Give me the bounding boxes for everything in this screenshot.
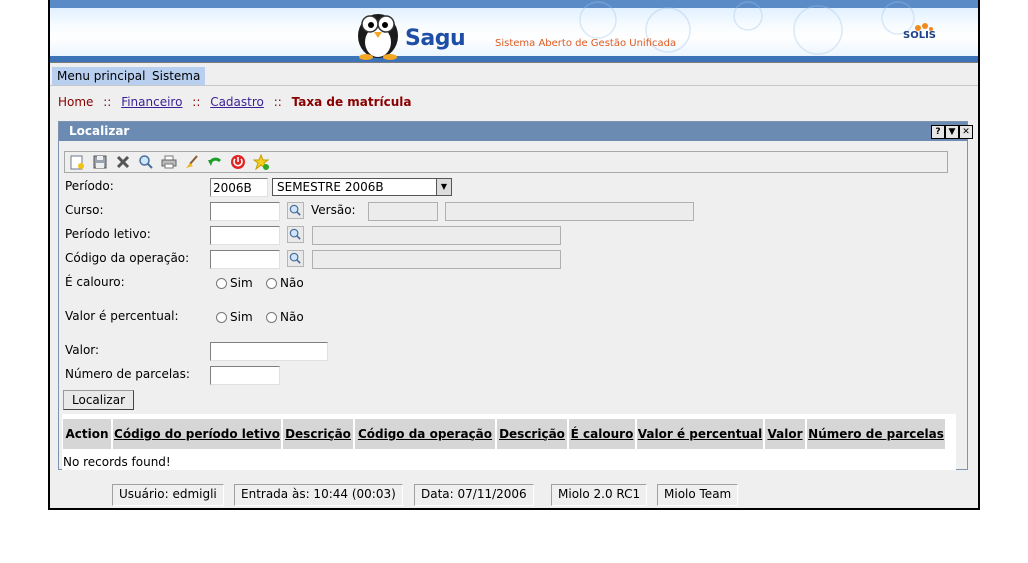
- localizar-button[interactable]: Localizar: [63, 390, 135, 410]
- col-valor-percentual[interactable]: Valor é percentual: [637, 419, 763, 449]
- status-team: Miolo Team: [657, 484, 739, 506]
- page-title: Taxa de matrícula: [291, 95, 412, 109]
- search-icon: [289, 204, 301, 216]
- clear-broom-icon[interactable]: [184, 154, 200, 170]
- col-codigo-operacao[interactable]: Código da operação: [355, 419, 495, 449]
- search-icon: [289, 252, 301, 264]
- valor-label: Valor:: [65, 343, 100, 357]
- valor-percentual-label: Valor é percentual:: [65, 309, 179, 323]
- save-icon[interactable]: [92, 154, 108, 170]
- menu-bar: Menu principal Sistema: [50, 62, 978, 86]
- periodo-select-value: SEMESTRE 2006B: [277, 180, 384, 194]
- percentual-nao-label: Não: [280, 310, 304, 324]
- col-descricao-1[interactable]: Descrição: [283, 419, 353, 449]
- periodo-letivo-description: [312, 226, 561, 245]
- curso-input[interactable]: [210, 202, 280, 221]
- periodo-letivo-lookup-button[interactable]: [287, 226, 304, 243]
- calouro-sim-radio[interactable]: [216, 278, 227, 289]
- col-codigo-periodo-letivo[interactable]: Código do período letivo: [113, 419, 281, 449]
- periodo-select[interactable]: SEMESTRE 2006B ▼: [272, 178, 452, 196]
- breadcrumb-financeiro[interactable]: Financeiro: [121, 95, 182, 109]
- search-icon: [289, 228, 301, 240]
- percentual-sim-radio[interactable]: [216, 312, 227, 323]
- periodo-input[interactable]: 2006B: [210, 178, 268, 197]
- versao-label: Versão:: [311, 203, 356, 217]
- percentual-nao-radio[interactable]: [266, 312, 277, 323]
- calouro-nao-label: Não: [280, 276, 304, 290]
- menu-main[interactable]: Menu principal: [52, 67, 151, 85]
- search-panel: Localizar ? ▼ ✕ Período: 2006B SEMESTRE …: [58, 121, 973, 470]
- numero-parcelas-label: Número de parcelas:: [65, 367, 190, 381]
- search-icon[interactable]: [138, 154, 154, 170]
- versao-description: [445, 202, 694, 221]
- calouro-label: É calouro:: [65, 275, 125, 289]
- col-valor[interactable]: Valor: [765, 419, 805, 449]
- calouro-nao-radio[interactable]: [266, 278, 277, 289]
- close-button[interactable]: ✕: [959, 125, 973, 139]
- valor-input[interactable]: [210, 342, 328, 361]
- periodo-label: Período:: [65, 179, 114, 193]
- status-version: Miolo 2.0 RC1: [551, 484, 648, 506]
- results-grid: Action Código do período letivo Descriçã…: [62, 414, 956, 470]
- menu-system[interactable]: Sistema: [147, 67, 206, 85]
- status-user: Usuário: edmigli: [112, 484, 224, 506]
- exit-power-icon[interactable]: [230, 154, 246, 170]
- toolbar: [64, 151, 948, 173]
- back-arrow-icon[interactable]: [207, 154, 223, 170]
- empty-message: No records found!: [63, 455, 171, 469]
- partner-logo: SOLIS: [903, 30, 936, 41]
- chevron-down-icon: ▼: [436, 179, 451, 195]
- breadcrumb-separator: ::: [103, 95, 112, 109]
- delete-icon[interactable]: [115, 154, 131, 170]
- help-button[interactable]: ?: [931, 125, 945, 139]
- col-numero-parcelas[interactable]: Número de parcelas: [807, 419, 945, 449]
- calouro-sim-label: Sim: [230, 276, 253, 290]
- breadcrumb-home[interactable]: Home: [58, 95, 93, 109]
- codigo-operacao-input[interactable]: [210, 250, 280, 269]
- numero-parcelas-input[interactable]: [210, 366, 280, 385]
- app-window: Sagu Sistema Aberto de Gestão Unificada …: [48, 0, 980, 510]
- panel-title: Localizar: [59, 122, 967, 141]
- penguin-mascot-icon: [358, 14, 398, 60]
- new-icon[interactable]: [69, 154, 85, 170]
- codigo-operacao-description: [312, 250, 561, 269]
- percentual-sim-label: Sim: [230, 310, 253, 324]
- app-logo-text: Sagu: [405, 26, 466, 51]
- breadcrumb-cadastro[interactable]: Cadastro: [210, 95, 264, 109]
- status-login-time: Entrada às: 10:44 (00:03): [234, 484, 403, 506]
- periodo-letivo-label: Período letivo:: [65, 227, 151, 241]
- breadcrumb-separator: ::: [192, 95, 201, 109]
- app-tagline: Sistema Aberto de Gestão Unificada: [495, 38, 677, 49]
- breadcrumb-separator: ::: [273, 95, 282, 109]
- header-banner: Sagu Sistema Aberto de Gestão Unificada …: [50, 0, 978, 62]
- curso-label: Curso:: [65, 203, 104, 217]
- minimize-button[interactable]: ▼: [945, 125, 959, 139]
- versao-input: [368, 202, 438, 221]
- favorite-star-icon[interactable]: [253, 154, 269, 170]
- col-e-calouro[interactable]: É calouro: [569, 419, 635, 449]
- status-date: Data: 07/11/2006: [414, 484, 534, 506]
- codigo-operacao-label: Código da operação:: [65, 251, 190, 265]
- periodo-letivo-input[interactable]: [210, 226, 280, 245]
- codigo-operacao-lookup-button[interactable]: [287, 250, 304, 267]
- print-icon[interactable]: [161, 154, 177, 170]
- breadcrumb: Home :: Financeiro :: Cadastro :: Taxa d…: [58, 95, 412, 109]
- col-action: Action: [63, 419, 111, 449]
- col-descricao-2[interactable]: Descrição: [497, 419, 567, 449]
- curso-lookup-button[interactable]: [287, 202, 304, 219]
